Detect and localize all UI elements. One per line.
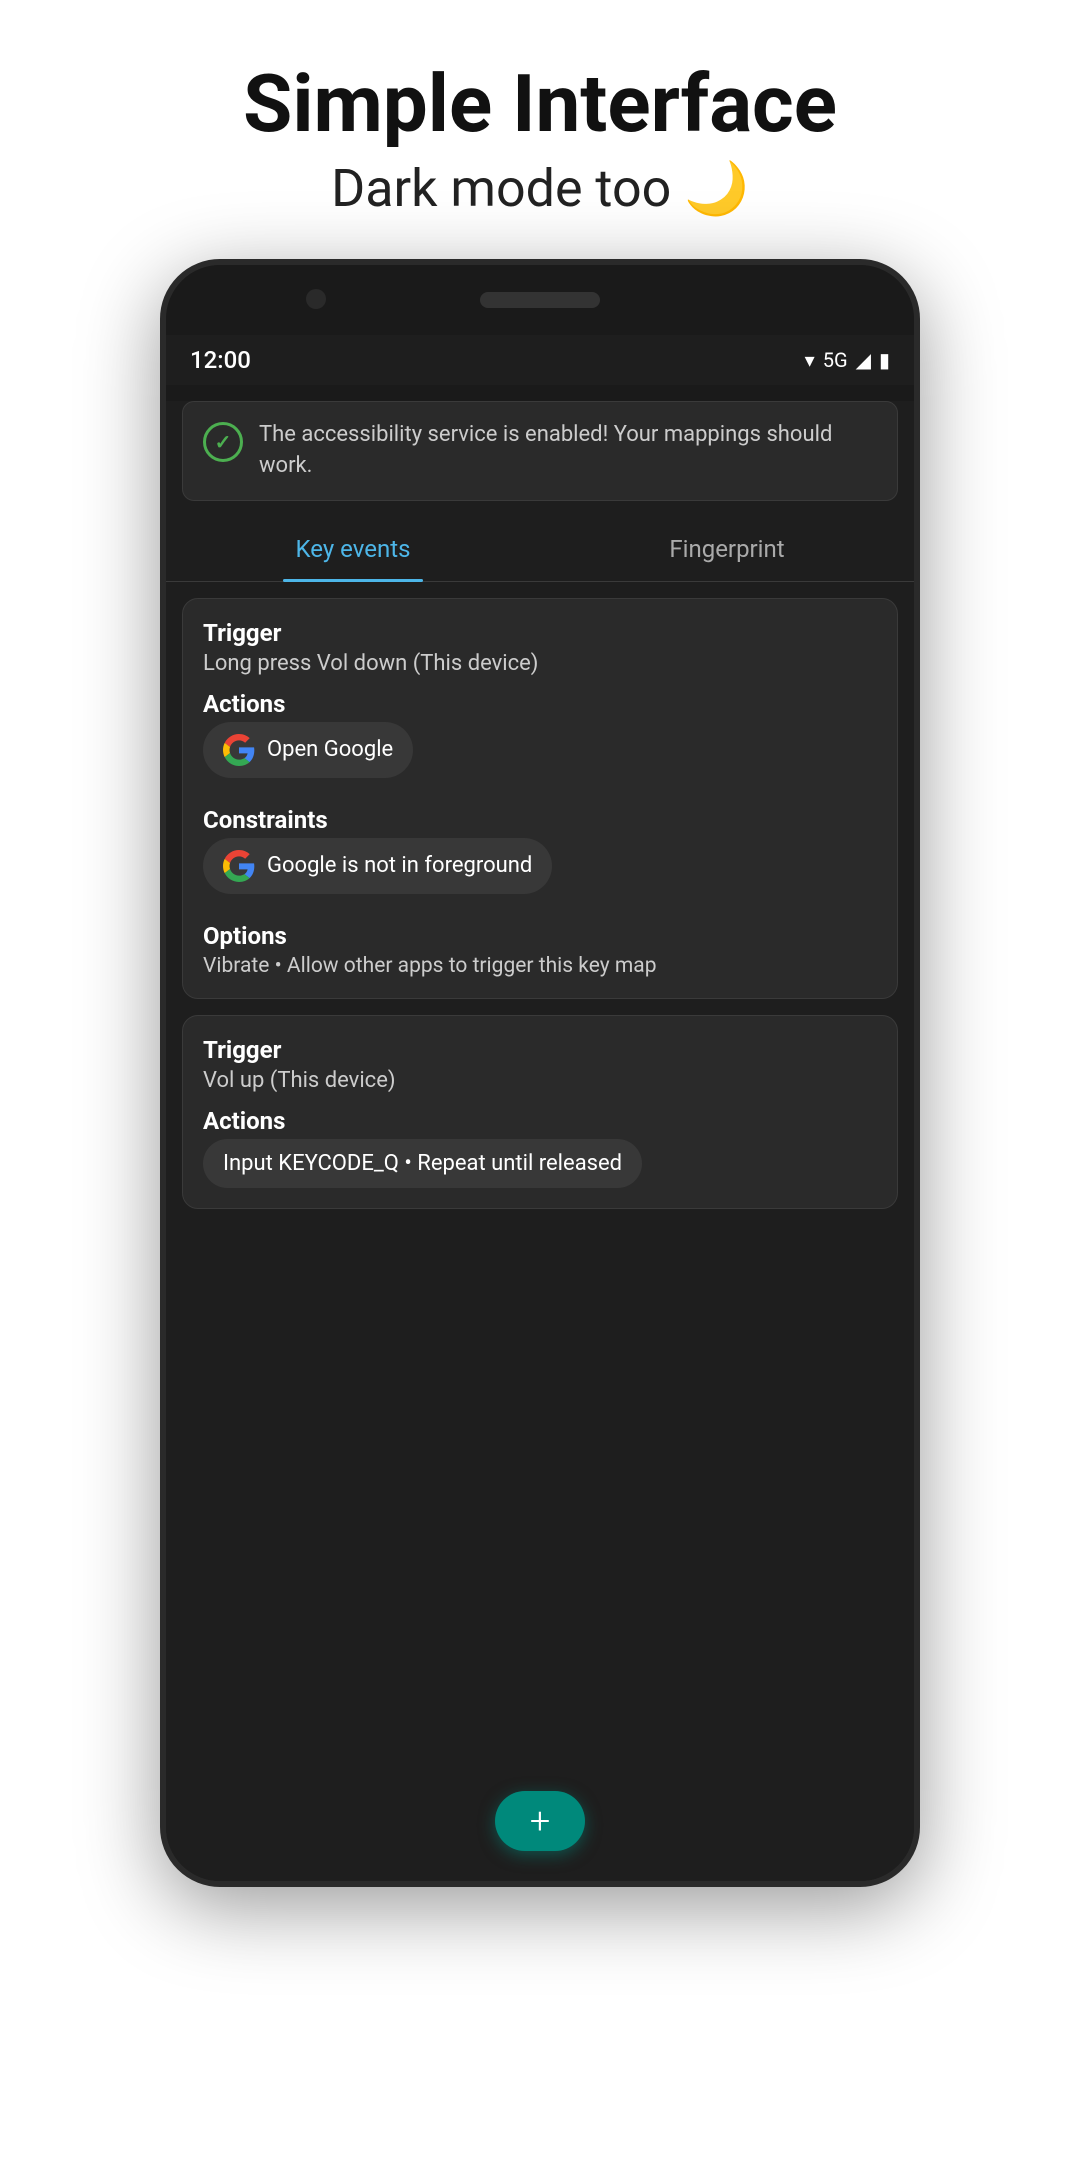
constraint-text: Google is not in foreground: [267, 853, 532, 878]
trigger-label-2: Trigger: [203, 1036, 877, 1064]
mapping-card-2: Trigger Vol up (This device) Actions Inp…: [182, 1015, 898, 1209]
trigger-value-2: Vol up (This device): [203, 1068, 877, 1093]
volume-down-button[interactable]: [916, 645, 920, 705]
status-bar: 12:00 ▾ 5G ◢ ▮: [166, 335, 914, 385]
open-google-chip[interactable]: Open Google: [203, 722, 413, 778]
keycode-text: Input KEYCODE_Q • Repeat until released: [223, 1151, 622, 1176]
accessibility-banner: The accessibility service is enabled! Yo…: [182, 401, 898, 501]
tab-key-events[interactable]: Key events: [166, 517, 540, 581]
cards-container: Trigger Long press Vol down (This device…: [166, 582, 914, 1225]
network-label: 5G: [823, 348, 848, 372]
banner-text: The accessibility service is enabled! Yo…: [259, 420, 877, 482]
google-logo-icon: [223, 734, 255, 766]
page-subtitle: Dark mode too 🌙: [243, 158, 837, 219]
battery-icon: ▮: [879, 348, 890, 372]
open-google-text: Open Google: [267, 737, 393, 762]
keycode-chip[interactable]: Input KEYCODE_Q • Repeat until released: [203, 1139, 642, 1188]
constraint-chip[interactable]: Google is not in foreground: [203, 838, 552, 894]
phone-speaker: [480, 292, 600, 308]
fab-plus-icon: +: [530, 1803, 550, 1839]
google-logo-constraint-icon: [223, 850, 255, 882]
status-time: 12:00: [190, 346, 251, 374]
mapping-card-1: Trigger Long press Vol down (This device…: [182, 598, 898, 999]
actions-label-2: Actions: [203, 1107, 877, 1135]
tabs: Key events Fingerprint: [166, 517, 914, 582]
wifi-icon: ▾: [805, 348, 815, 372]
signal-icon: ◢: [856, 348, 871, 372]
page-wrapper: Simple Interface Dark mode too 🌙 12:00 ▾…: [0, 0, 1080, 2160]
actions-label-1: Actions: [203, 690, 877, 718]
page-title: Simple Interface: [243, 60, 837, 148]
header-section: Simple Interface Dark mode too 🌙: [203, 0, 877, 259]
options-label-1: Options: [203, 922, 877, 950]
constraints-label-1: Constraints: [203, 806, 877, 834]
check-icon: [203, 422, 243, 462]
camera-dot: [306, 289, 326, 309]
trigger-value-1: Long press Vol down (This device): [203, 651, 877, 676]
options-value-1: Vibrate • Allow other apps to trigger th…: [203, 954, 877, 978]
trigger-label-1: Trigger: [203, 619, 877, 647]
status-icons: ▾ 5G ◢ ▮: [805, 348, 890, 372]
phone-frame: 12:00 ▾ 5G ◢ ▮ The accessibility service…: [160, 259, 920, 1887]
fab-add-button[interactable]: +: [495, 1791, 585, 1851]
volume-up-button[interactable]: [916, 565, 920, 625]
screen-content: The accessibility service is enabled! Yo…: [166, 401, 914, 1881]
phone-top: [166, 265, 914, 335]
tab-fingerprint[interactable]: Fingerprint: [540, 517, 914, 581]
